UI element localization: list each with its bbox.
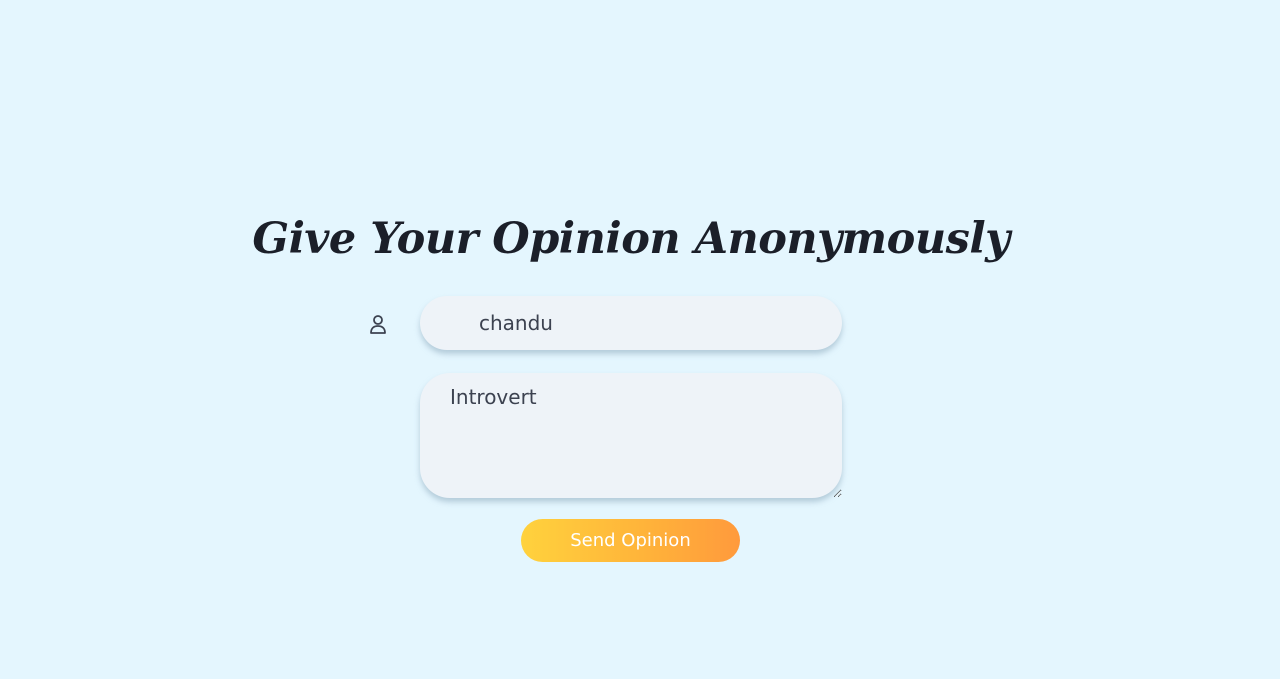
opinion-textarea[interactable]: Introvert — [420, 373, 842, 498]
page: Give Your Opinion Anonymously Introvert … — [0, 0, 1280, 679]
name-input[interactable] — [420, 296, 842, 350]
user-icon — [368, 313, 388, 335]
page-title: Give Your Opinion Anonymously — [252, 214, 1010, 264]
send-opinion-button[interactable]: Send Opinion — [521, 519, 740, 562]
